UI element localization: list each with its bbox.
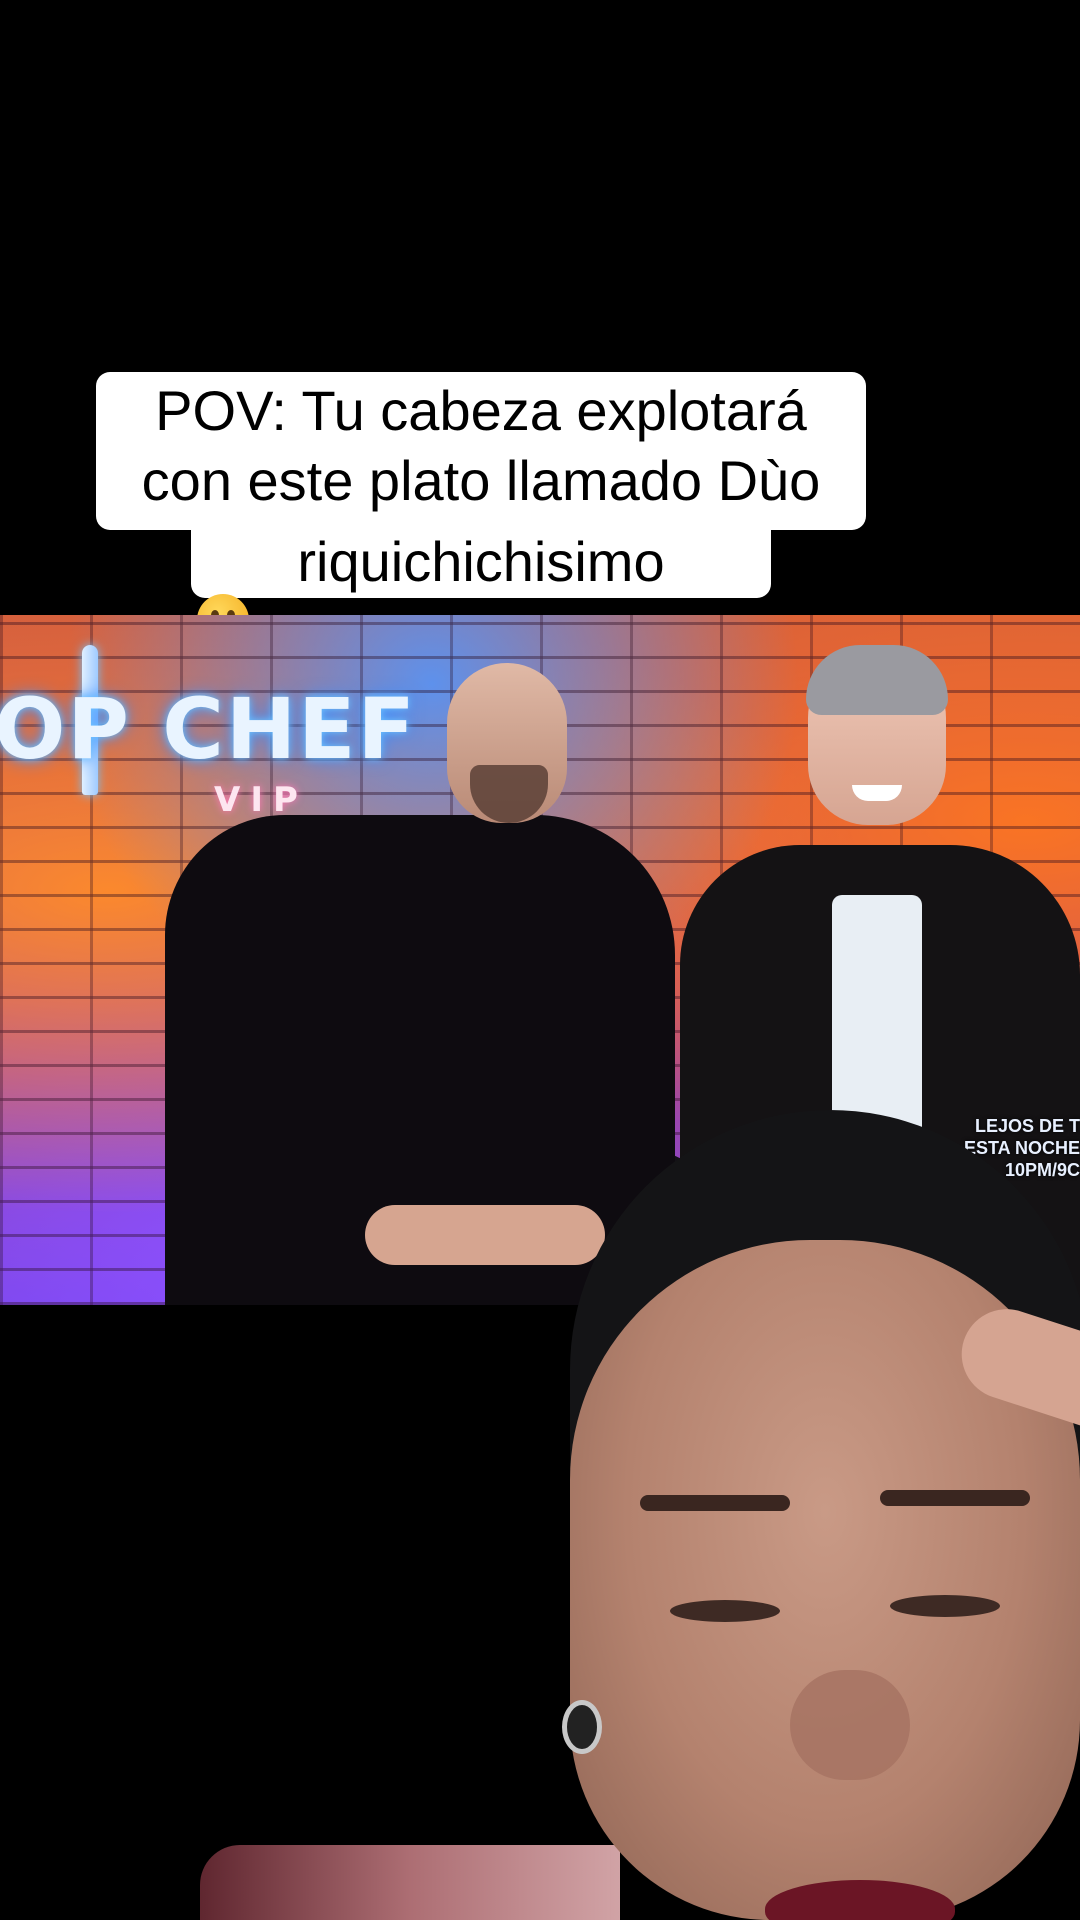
host-right-hair [806, 645, 948, 715]
creator-left-eye [670, 1600, 780, 1622]
creator-left-brow [640, 1495, 790, 1511]
show-logo-sub: VIP [214, 780, 308, 820]
caption-box: POV: Tu cabeza explotará con este plato … [96, 372, 866, 530]
creator-right-eye [890, 1595, 1000, 1617]
creator-nose [790, 1670, 910, 1780]
caption-line-3-text: riquichichisimo [297, 530, 665, 593]
caption-line-1: POV: Tu cabeza explotará [155, 379, 807, 442]
caption-box-tail: riquichichisimo [191, 530, 771, 698]
creator-lips [765, 1880, 955, 1920]
caption-line-2: con este plato llamado Dùo [141, 449, 821, 512]
creator-scarf [200, 1845, 620, 1920]
video-screen[interactable]: POV: Tu cabeza explotará con este plato … [0, 0, 1080, 1920]
creator-right-brow [880, 1490, 1030, 1506]
earring-icon [562, 1700, 602, 1754]
show-logo: OP CHEF [0, 680, 417, 778]
creator-webcam-overlay [200, 1110, 1080, 1920]
